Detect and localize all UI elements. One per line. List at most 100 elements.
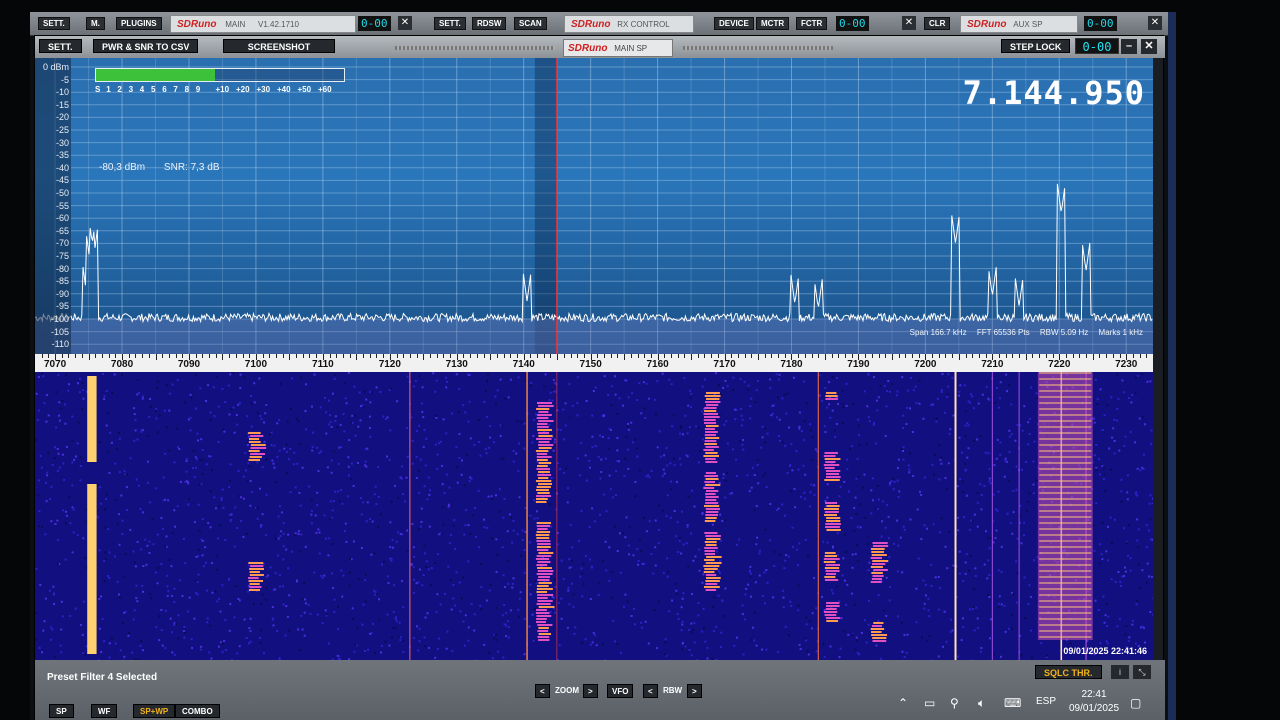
waterfall-noise: [654, 546, 657, 549]
frequency-axis[interactable]: 7070 7080 7090 7100 7110 7120 7130 7140 7150 7160…: [35, 354, 1153, 372]
waterfall-display[interactable]: 09/01/2025 22:41:46: [35, 372, 1153, 660]
chevron-up-icon[interactable]: ⌃: [898, 696, 908, 710]
back-mctr-button[interactable]: MCTR: [756, 17, 790, 30]
waterfall-noise: [307, 603, 310, 606]
waterfall-noise: [657, 600, 660, 603]
minimize-icon[interactable]: –: [1121, 39, 1137, 54]
waterfall-noise: [1149, 538, 1152, 541]
spectrum-display[interactable]: 0 dBm -5 -10 -15 -20 -25 -30 -35 -40 -45 -50 -55 -60…: [35, 58, 1153, 354]
frequency-axis-tick: [209, 354, 211, 358]
back-scan-button[interactable]: SCAN: [514, 17, 547, 30]
back-main-close-icon[interactable]: ✕: [398, 16, 412, 30]
waterfall-noise: [46, 474, 48, 477]
sett-button[interactable]: SETT.: [39, 39, 82, 53]
waterfall-noise: [193, 521, 196, 524]
waterfall-noise: [236, 527, 239, 529]
title-grip-left[interactable]: [395, 46, 555, 50]
volume-icon[interactable]: 🔈︎: [978, 696, 985, 710]
notification-icon[interactable]: ▢: [1130, 696, 1141, 710]
waterfall-burst: [871, 563, 886, 565]
waterfall-noise: [721, 600, 724, 603]
vfo-frequency-display[interactable]: 7.144.950: [963, 74, 1145, 112]
waterfall-noise: [1141, 416, 1144, 419]
waterfall-noise: [520, 421, 523, 424]
waterfall-burst: [536, 459, 548, 461]
waterfall-noise: [701, 581, 704, 584]
waterfall-noise: [104, 558, 107, 561]
waterfall-noise: [380, 651, 383, 654]
frequency-axis-tick: [1079, 354, 1081, 358]
waterfall-noise: [853, 506, 856, 509]
resize-icon[interactable]: ⤡: [1133, 665, 1151, 679]
frequency-axis-tick: [436, 354, 438, 358]
waterfall-noise: [156, 567, 159, 570]
waterfall-noise: [578, 540, 580, 543]
waterfall-noise: [76, 442, 79, 445]
waterfall-burst: [536, 531, 551, 533]
waterfall-noise: [841, 422, 844, 425]
back-aux-name: AUX SP: [1013, 20, 1043, 29]
waterfall-noise: [432, 372, 435, 375]
waterfall-noise: [946, 395, 948, 398]
close-icon[interactable]: ✕: [1141, 39, 1157, 54]
waterfall-noise: [1006, 390, 1008, 393]
back-rdsw-button[interactable]: RDSW: [472, 17, 507, 30]
waterfall-noise: [509, 378, 512, 381]
waterfall-noise: [892, 477, 895, 480]
waterfall-noise: [69, 615, 72, 617]
back-device-button[interactable]: DEVICE: [714, 17, 754, 30]
back-rx-close-icon[interactable]: ✕: [902, 16, 916, 30]
taskbar-clock[interactable]: 22:41 09/01/2025: [1064, 688, 1124, 716]
info-button[interactable]: i: [1111, 665, 1129, 679]
back-rx-title[interactable]: SDRuno RX CONTROL: [564, 15, 694, 33]
waterfall-noise: [1086, 640, 1089, 643]
waterfall-burst: [535, 450, 549, 452]
step-lock-button[interactable]: STEP LOCK: [1001, 39, 1071, 53]
waterfall-noise: [719, 572, 721, 574]
waterfall-noise: [959, 478, 962, 480]
waterfall-noise: [353, 385, 356, 388]
waterfall-noise: [908, 471, 911, 474]
waterfall-noise: [666, 464, 669, 467]
back-aux-close-icon[interactable]: ✕: [1148, 16, 1162, 30]
waterfall-noise: [1131, 623, 1134, 626]
back-fctr-button[interactable]: FCTR: [796, 17, 828, 30]
battery-icon[interactable]: ▭: [924, 696, 935, 710]
window-title[interactable]: SDRuno MAIN SP: [563, 39, 673, 57]
back-main-title[interactable]: SDRuno MAIN V1.42.1710: [170, 15, 356, 33]
waterfall-noise: [1028, 433, 1031, 435]
frequency-axis-tick: [363, 354, 365, 358]
waterfall-burst: [703, 455, 719, 457]
waterfall-noise: [209, 490, 212, 492]
waterfall-noise: [493, 441, 495, 444]
pwr-snr-csv-button[interactable]: PWR & SNR TO CSV: [93, 39, 199, 53]
waterfall-noise: [495, 638, 498, 641]
dbm-axis-label: -90: [55, 288, 69, 299]
back-clr-button[interactable]: CLR: [924, 17, 951, 30]
language-indicator[interactable]: ESP: [1036, 696, 1056, 707]
back-main-name: MAIN: [225, 20, 246, 29]
waterfall-noise: [310, 522, 313, 525]
back-sett-button[interactable]: SETT.: [38, 17, 70, 30]
title-grip-right[interactable]: [683, 46, 833, 50]
back-m-button[interactable]: M.: [86, 17, 105, 30]
waterfall-noise: [859, 503, 862, 506]
keyboard-icon[interactable]: ⌨: [1004, 696, 1021, 710]
waterfall-noise: [186, 610, 189, 613]
waterfall-noise: [604, 457, 607, 460]
back-plugins-button[interactable]: PLUGINS: [116, 17, 162, 30]
waterfall-burst: [824, 576, 836, 578]
network-icon[interactable]: ⚲: [950, 696, 959, 710]
waterfall-noise: [365, 398, 368, 401]
waterfall-noise: [195, 592, 198, 595]
back-sett2-button[interactable]: SETT.: [434, 17, 466, 30]
screenshot-button[interactable]: SCREENSHOT: [223, 39, 335, 53]
waterfall-noise: [763, 571, 766, 574]
sqlc-thr-button[interactable]: SQLC THR.: [1035, 665, 1102, 679]
back-aux-title[interactable]: SDRuno AUX SP: [960, 15, 1078, 33]
waterfall-noise: [399, 533, 402, 535]
waterfall-noise: [803, 420, 806, 423]
waterfall-noise: [501, 614, 504, 617]
frequency-axis-tick: [162, 354, 164, 358]
waterfall-noise: [773, 565, 776, 567]
